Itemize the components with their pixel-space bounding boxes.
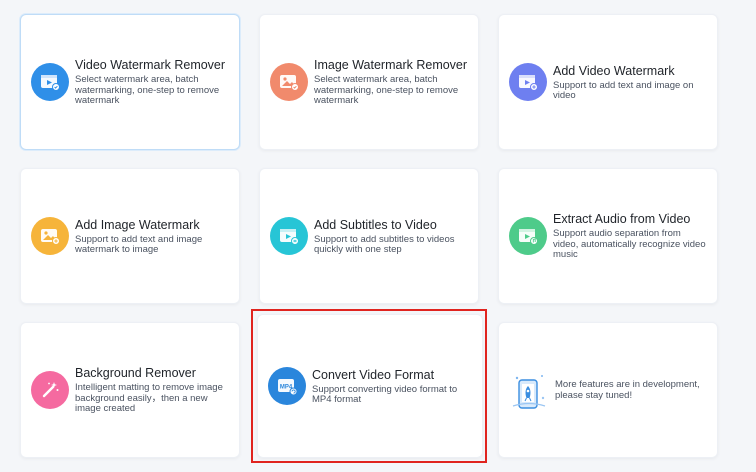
card-description: Select watermark area, batch watermarkin… (75, 74, 220, 107)
card-description: Support audio separation from video, aut… (553, 228, 706, 261)
video-add-icon (509, 63, 547, 101)
magic-wand-icon (31, 371, 69, 409)
card-description: Support to add text and image watermark … (75, 233, 203, 255)
card-description: Support to add subtitles to videos quick… (314, 233, 455, 255)
card-title: Add Image Watermark (75, 217, 200, 232)
in-development-notice: More features are in development, please… (555, 379, 700, 401)
card-description: Intelligent matting to remove image back… (75, 382, 223, 415)
card-title: Image Watermark Remover (314, 58, 468, 73)
card-add-subtitles[interactable]: Add Subtitles to Video Support to add su… (259, 168, 479, 304)
card-extract-audio[interactable]: Extract Audio from Video Support audio s… (498, 168, 718, 304)
card-in-development: More features are in development, please… (498, 322, 718, 458)
card-description: Select watermark area, batch watermarkin… (314, 74, 459, 107)
image-add-icon (31, 217, 69, 255)
card-background-remover[interactable]: Background Remover Intelligent matting t… (20, 322, 240, 458)
rocket-phone-icon (509, 368, 549, 412)
card-image-watermark-remover[interactable]: Image Watermark Remover Select watermark… (259, 14, 479, 150)
subtitle-icon (270, 217, 308, 255)
card-add-image-watermark[interactable]: Add Image Watermark Support to add text … (20, 168, 240, 304)
image-remove-icon (270, 63, 308, 101)
card-title: Add Video Watermark (553, 63, 675, 78)
mp4-convert-icon: MP4 (268, 367, 306, 405)
card-title: Convert Video Format (312, 367, 435, 382)
card-description: Support converting video format to MP4 f… (312, 383, 458, 405)
card-convert-video-format[interactable]: MP4 Convert Video Format Support convert… (257, 314, 483, 458)
card-video-watermark-remover[interactable]: Video Watermark Remover Select watermark… (20, 14, 240, 150)
card-title: Background Remover (75, 366, 196, 381)
feature-grid: Video Watermark Remover Select watermark… (0, 0, 756, 472)
card-title: Video Watermark Remover (75, 58, 226, 73)
audio-extract-icon (509, 217, 547, 255)
video-remove-icon (31, 63, 69, 101)
card-description: Support to add text and image on video (553, 79, 694, 101)
card-add-video-watermark[interactable]: Add Video Watermark Support to add text … (498, 14, 718, 150)
card-title: Add Subtitles to Video (314, 217, 437, 232)
card-title: Extract Audio from Video (553, 212, 691, 227)
